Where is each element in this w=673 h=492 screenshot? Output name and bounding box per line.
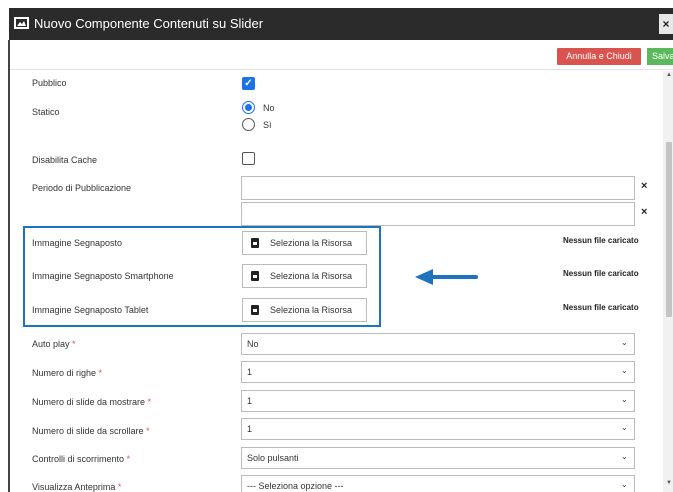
periodo-start-clear-icon[interactable]: × — [641, 180, 647, 192]
statico-option-si-label: Sì — [263, 120, 272, 130]
disabilita-cache-label: Disabilita Cache — [32, 155, 98, 165]
numero-slide-mostrare-label: Numero di slide da mostrare * — [32, 397, 152, 407]
visualizza-anteprima-label: Visualizza Anteprima * — [32, 482, 122, 492]
periodo-start-input[interactable] — [241, 176, 635, 200]
select-value: --- Seleziona opzione --- — [247, 481, 344, 491]
select-value: Solo pulsanti — [247, 453, 299, 463]
scroll-down-icon[interactable]: ▼ — [665, 480, 673, 488]
numero-righe-label: Numero di righe * — [32, 368, 103, 378]
scroll-up-icon[interactable]: ▲ — [665, 72, 673, 80]
visualizza-anteprima-select[interactable]: --- Seleziona opzione --- ⌄ — [241, 475, 635, 492]
controlli-scorrimento-label: Controlli di scorrimento * — [32, 454, 131, 464]
close-button[interactable]: × — [659, 14, 673, 34]
periodo-end-input[interactable] — [241, 202, 635, 226]
statico-radio-no[interactable] — [242, 101, 255, 114]
chevron-down-icon: ⌄ — [621, 395, 628, 404]
statico-option-no-label: No — [263, 103, 275, 113]
statico-radio-si[interactable] — [242, 118, 255, 131]
chevron-down-icon: ⌄ — [621, 338, 628, 347]
top-strip — [0, 0, 673, 8]
chevron-down-icon: ⌄ — [621, 366, 628, 375]
auto-play-select[interactable]: No ⌄ — [241, 333, 635, 355]
controlli-scorrimento-select[interactable]: Solo pulsanti ⌄ — [241, 447, 635, 469]
pubblico-checkbox[interactable]: ✓ — [242, 77, 255, 90]
image-icon — [14, 17, 29, 29]
cancel-button[interactable]: Annulla e Chiudi — [557, 48, 641, 65]
numero-righe-select[interactable]: 1 ⌄ — [241, 361, 635, 383]
select-value: No — [247, 339, 259, 349]
scrollbar-thumb[interactable] — [666, 142, 672, 317]
modal-left-edge — [8, 40, 10, 492]
select-value: 1 — [247, 367, 253, 377]
disabilita-cache-checkbox[interactable] — [242, 152, 255, 165]
modal-title: Nuovo Componente Contenuti su Slider — [34, 16, 264, 31]
modal-titlebar: Nuovo Componente Contenuti su Slider × — [9, 8, 673, 40]
select-value: 1 — [247, 396, 253, 406]
arrow-left-icon — [415, 269, 478, 285]
chevron-down-icon: ⌄ — [621, 452, 628, 461]
numero-slide-mostrare-select[interactable]: 1 ⌄ — [241, 390, 635, 412]
auto-play-label: Auto play * — [32, 339, 76, 349]
periodo-end-clear-icon[interactable]: × — [641, 206, 647, 218]
statico-label: Statico — [32, 107, 60, 117]
action-bar: Annulla e Chiudi Salva — [10, 40, 673, 70]
save-button[interactable]: Salva — [647, 48, 673, 65]
file-status: Nessun file caricato — [563, 269, 639, 278]
numero-slide-scrollare-label: Numero di slide da scrollare * — [32, 426, 150, 436]
pubblico-label: Pubblico — [32, 78, 67, 88]
file-status: Nessun file caricato — [563, 236, 639, 245]
highlight-box — [23, 226, 381, 327]
chevron-down-icon: ⌄ — [621, 480, 628, 489]
numero-slide-scrollare-select[interactable]: 1 ⌄ — [241, 418, 635, 440]
select-value: 1 — [247, 424, 253, 434]
chevron-down-icon: ⌄ — [621, 423, 628, 432]
periodo-label: Periodo di Pubblicazione — [32, 183, 132, 193]
file-status: Nessun file caricato — [563, 303, 639, 312]
